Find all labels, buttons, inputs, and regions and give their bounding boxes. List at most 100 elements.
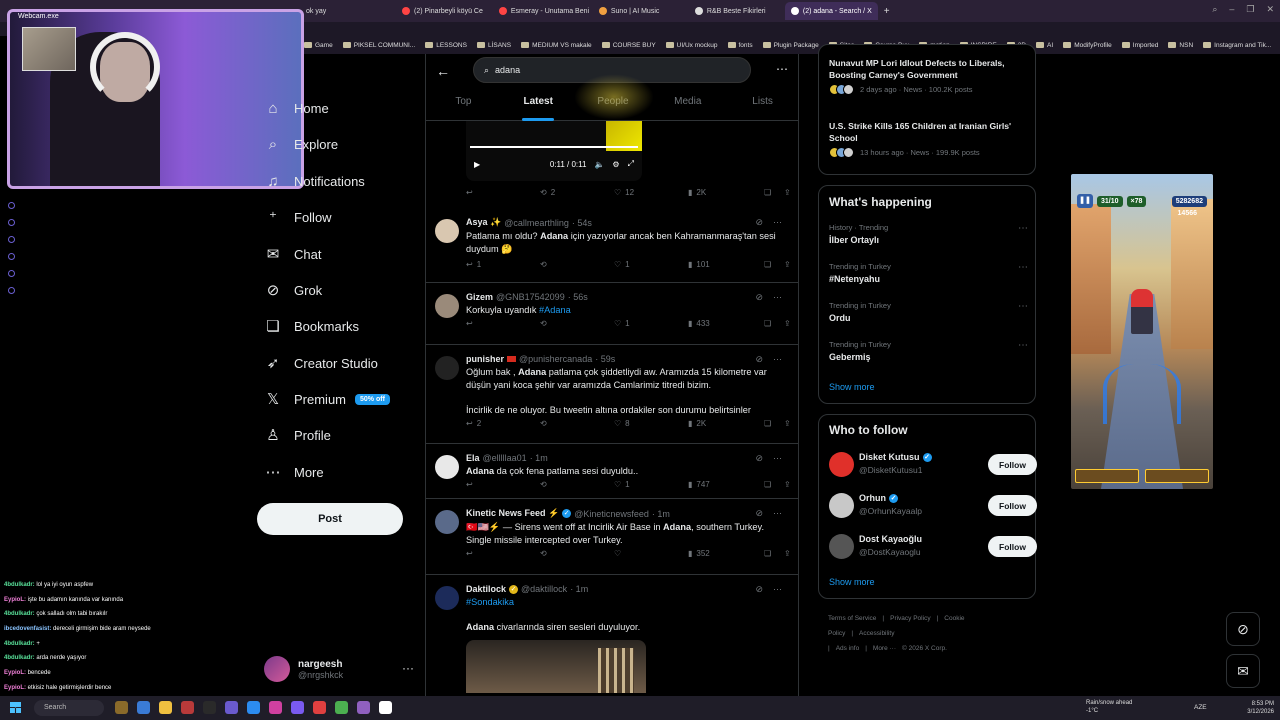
tweet-handle[interactable]: @elllllaa01 xyxy=(483,453,527,463)
share-icon[interactable]: ⇪ xyxy=(784,549,791,558)
tweet-handle[interactable]: @daktillock xyxy=(521,584,567,594)
bookmark-item[interactable]: LİSANS xyxy=(476,42,511,49)
language-indicator[interactable]: AZE xyxy=(1194,704,1207,711)
more-icon[interactable]: ⋯ xyxy=(1018,340,1028,351)
views-button[interactable]: ▮ 101 xyxy=(688,260,764,269)
bookmark-item[interactable]: Imported xyxy=(1121,42,1158,49)
reply-button[interactable]: ↩ xyxy=(466,319,540,328)
more-icon[interactable]: ⋯ xyxy=(773,508,782,519)
taskbar-search[interactable]: Search xyxy=(34,700,104,716)
taskbar-app-icon[interactable] xyxy=(291,701,304,714)
reply-button[interactable]: ↩ xyxy=(466,480,540,489)
post-button[interactable]: Post xyxy=(257,503,403,535)
sidebar-item-more[interactable]: ⋯ More xyxy=(265,460,324,484)
windows-start-icon[interactable] xyxy=(10,702,21,713)
like-button[interactable]: ♡ 1 xyxy=(614,260,688,269)
follow-button[interactable]: Follow xyxy=(988,495,1037,516)
browser-tab[interactable]: Esmeray - Unutama Beni xyxy=(493,2,589,20)
avatar[interactable] xyxy=(435,294,459,318)
minimize-icon[interactable]: – xyxy=(1229,4,1234,15)
video-progress[interactable] xyxy=(470,146,638,148)
close-icon[interactable]: ✕ xyxy=(1266,4,1274,15)
search-input[interactable]: ⌕ adana xyxy=(473,57,751,83)
tweet[interactable]: Gizem @GNB17542099 · 56s ⊘ ⋯ Korkuyla uyandık… xyxy=(426,283,798,345)
bookmark-icon[interactable]: ❏ xyxy=(764,480,784,489)
browser-tab[interactable]: (2) adana - Search / X xyxy=(784,2,878,20)
bookmark-item[interactable]: PIKSEL COMMUNI... xyxy=(342,42,415,49)
pause-icon[interactable]: ❚❚ xyxy=(1077,194,1093,208)
tweet-time[interactable]: · 1m xyxy=(652,509,670,519)
browser-tab[interactable]: ok yay xyxy=(300,2,392,20)
tweet-time[interactable]: · 56s xyxy=(568,292,588,302)
taskbar-app-icon[interactable] xyxy=(357,701,370,714)
bookmark-item[interactable]: LESSONS xyxy=(425,42,467,49)
footer-link[interactable]: Accessibility xyxy=(859,630,894,637)
avatar[interactable] xyxy=(435,586,459,610)
share-icon[interactable]: ⇪ xyxy=(784,419,791,428)
taskbar-app-icon[interactable] xyxy=(247,701,260,714)
tab-top[interactable]: Top xyxy=(426,96,501,120)
views-button[interactable]: ▮ 747 xyxy=(688,480,764,489)
retweet-button[interactable]: ⟲ 2 xyxy=(540,188,614,197)
views-button[interactable]: ▮ 352 xyxy=(688,549,764,558)
sidebar-item-premium[interactable]: 𝕏 Premium 50% off xyxy=(265,387,390,411)
grok-icon[interactable]: ⊘ xyxy=(755,354,763,365)
tab-media[interactable]: Media xyxy=(650,96,725,120)
retweet-button[interactable]: ⟲ xyxy=(540,260,614,269)
tweet-time[interactable]: · 54s xyxy=(572,218,592,228)
footer-link[interactable]: Ads info xyxy=(836,645,860,652)
views-button[interactable]: ▮ 433 xyxy=(688,319,764,328)
settings-icon[interactable]: ⚙ xyxy=(612,160,619,169)
sidebar-item-notifications[interactable]: ♫ Notifications xyxy=(265,169,364,193)
more-icon[interactable]: ⋯ xyxy=(1018,262,1028,273)
like-button[interactable]: ♡ 8 xyxy=(614,419,688,428)
sidebar-item-creator-studio[interactable]: ➶ Creator Studio xyxy=(265,351,378,375)
like-button[interactable]: ♡ 1 xyxy=(614,480,688,489)
tweet-handle[interactable]: @GNB17542099 xyxy=(496,292,565,302)
share-icon[interactable]: ⇪ xyxy=(784,260,791,269)
footer-link[interactable]: Terms of Service xyxy=(828,615,876,622)
avatar[interactable] xyxy=(435,510,459,534)
show-more-link[interactable]: Show more xyxy=(829,577,875,587)
reply-button[interactable]: ↩ 2 xyxy=(466,419,540,428)
bookmark-item[interactable]: COURSE BUY xyxy=(601,42,656,49)
taskbar-app-icon[interactable] xyxy=(159,701,172,714)
taskbar-clock[interactable]: 8:53 PM 3/12/2026 xyxy=(1236,700,1274,716)
grok-icon[interactable]: ⊘ xyxy=(755,217,763,228)
more-icon[interactable]: ⋯ xyxy=(773,354,782,365)
account-switcher[interactable]: nargeesh @nrgshkck ··· xyxy=(264,655,414,683)
follow-button[interactable]: Follow xyxy=(988,536,1037,557)
retweet-button[interactable]: ⟲ xyxy=(540,549,614,558)
tweet-time[interactable]: · 1m xyxy=(530,453,548,463)
taskbar-app-icon[interactable] xyxy=(137,701,150,714)
views-button[interactable]: ▮ 2K xyxy=(688,419,764,428)
tab-lists[interactable]: Lists xyxy=(725,96,798,120)
like-button[interactable]: ♡ xyxy=(614,549,688,558)
avatar[interactable] xyxy=(435,455,459,479)
tweet-time[interactable]: · 59s xyxy=(595,354,615,364)
play-icon[interactable]: ▶ xyxy=(474,160,480,169)
grok-icon[interactable]: ⊘ xyxy=(755,453,763,464)
trend-item[interactable]: Trending in Turkey #Netenyahu ⋯ xyxy=(829,262,1034,284)
footer-link[interactable]: More ··· xyxy=(873,645,896,652)
follow-suggestion[interactable]: Dost Kayaoğlu @DostKayaoglu Follow xyxy=(829,534,1037,562)
tweet-handle[interactable]: @callmearthling xyxy=(504,218,569,228)
taskbar-app-icon[interactable] xyxy=(379,701,392,714)
reply-button[interactable]: ↩ xyxy=(466,188,540,197)
tweet-time[interactable]: · 1m xyxy=(570,584,588,594)
grok-icon[interactable]: ⊘ xyxy=(755,508,763,519)
sidebar-item-bookmarks[interactable]: ❏ Bookmarks xyxy=(265,314,359,338)
sidebar-item-home[interactable]: ⌂ Home xyxy=(265,96,328,120)
sidebar-item-explore[interactable]: ⌕ Explore xyxy=(265,132,338,156)
tab-latest[interactable]: Latest xyxy=(501,96,576,121)
retweet-button[interactable]: ⟲ xyxy=(540,319,614,328)
bookmark-item[interactable]: Instagram and Tik... xyxy=(1203,42,1271,49)
footer-link[interactable]: © 2026 X Corp. xyxy=(902,645,947,652)
tweet-author[interactable]: punisher xyxy=(466,354,504,364)
tweet[interactable]: Kinetic News Feed ⚡ ✓ @Kineticnewsfeed · 1m… xyxy=(426,499,798,575)
tweet[interactable]: Daktilock ✓ @daktillock · 1m ⊘ ⋯ #Sondakika Ada… xyxy=(426,575,798,696)
trend-item[interactable]: History · Trending İlber Ortaylı ⋯ xyxy=(829,223,1034,245)
bookmark-item[interactable]: NSN xyxy=(1168,42,1193,49)
new-tab-icon[interactable]: + xyxy=(884,6,890,17)
tweet-author[interactable]: Kinetic News Feed ⚡ xyxy=(466,508,559,519)
